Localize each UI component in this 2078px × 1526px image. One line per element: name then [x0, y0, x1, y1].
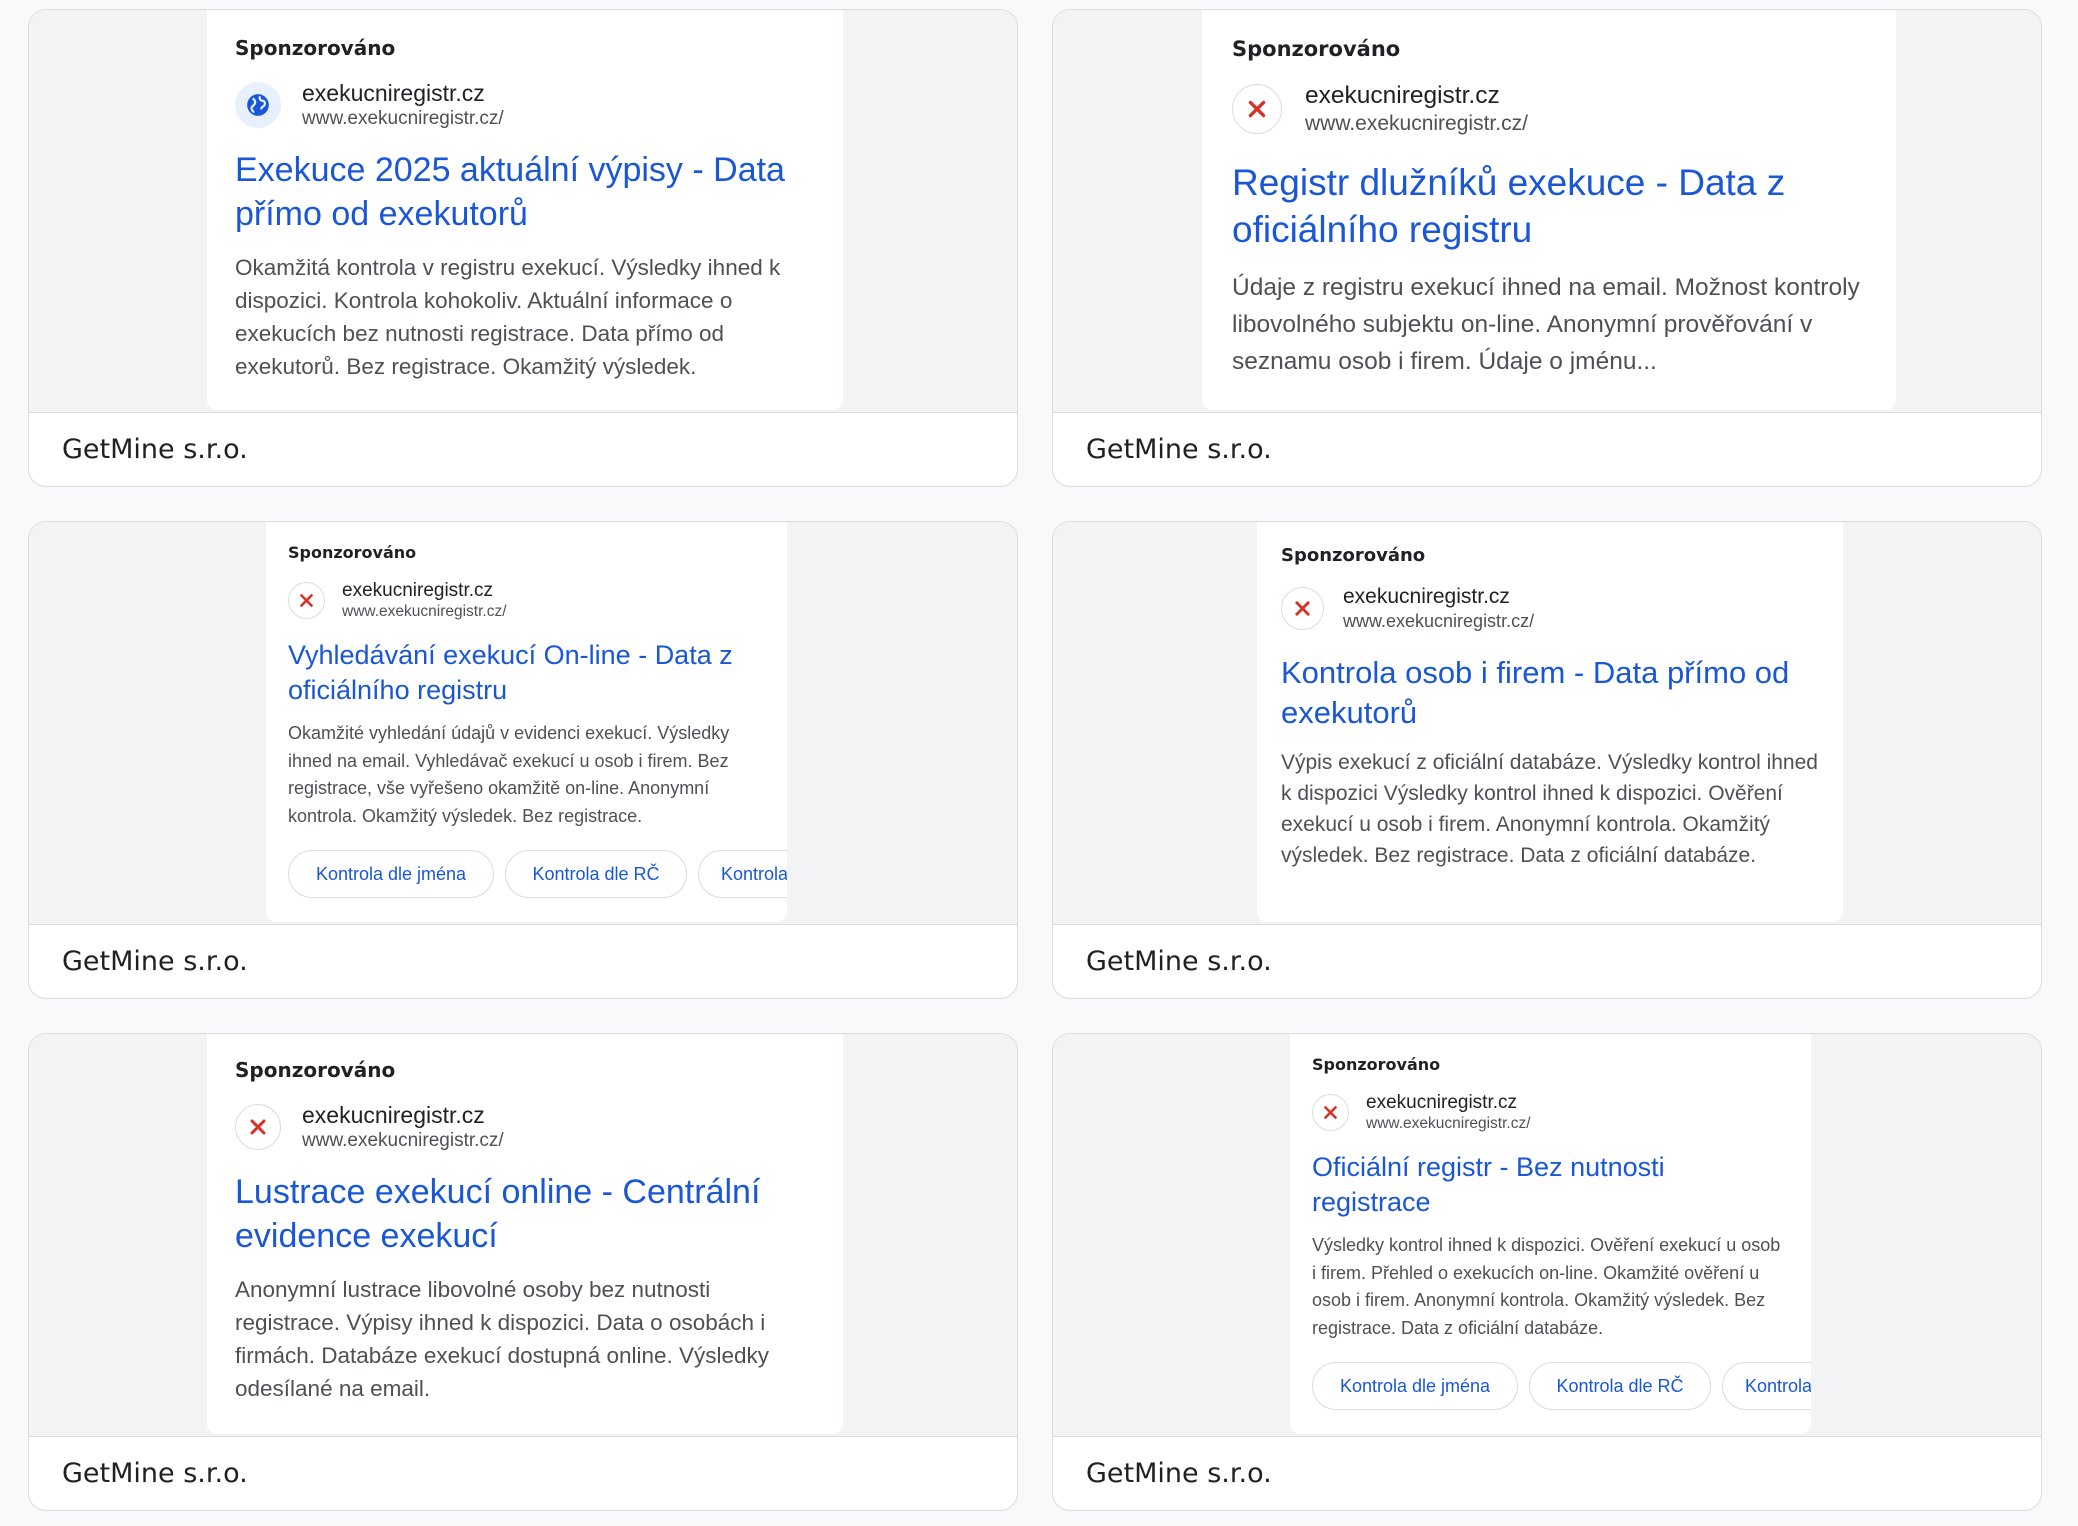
ad-card[interactable]: Sponzorováno exekucniregistr.cz www.exek… — [1052, 9, 2042, 487]
ad-preview: Sponzorováno exekucniregistr.cz www.exek… — [1053, 10, 2041, 413]
sitelink-chip[interactable]: Kontrola dle RČ — [505, 850, 687, 898]
ad-footer: GetMine s.r.o. — [1053, 924, 2041, 998]
ad-creative[interactable]: Sponzorováno exekucniregistr.cz www.exek… — [266, 522, 787, 922]
sponsored-label: Sponzorováno — [235, 36, 396, 60]
sponsored-label: Sponzorováno — [235, 1058, 396, 1082]
site-url: www.exekucniregistr.cz/ — [1366, 1115, 1531, 1132]
advertiser-name: GetMine s.r.o. — [62, 945, 248, 977]
ad-creative[interactable]: Sponzorováno exekucniregistr.cz www.exek… — [207, 1034, 843, 1434]
ad-description: Okamžité vyhledání údajů v evidenci exek… — [288, 723, 730, 826]
sitelink-chip[interactable]: Kontrola dle RČ — [1529, 1362, 1711, 1410]
ad-footer: GetMine s.r.o. — [29, 412, 1017, 486]
ad-description: Okamžitá kontrola v registru exekucí. Vý… — [235, 255, 781, 379]
ad-card[interactable]: Sponzorováno exekucniregistr.cz www.exek… — [1052, 521, 2042, 999]
sitelinks: Kontrola dle jména Kontrola dle RČ Kontr… — [1312, 1362, 1811, 1410]
site-name: exekucniregistr.cz — [1343, 585, 1510, 608]
ad-footer: GetMine s.r.o. — [1053, 1436, 2041, 1510]
ad-source[interactable]: exekucniregistr.cz www.exekucniregistr.c… — [235, 79, 815, 131]
site-name: exekucniregistr.cz — [1305, 82, 1500, 109]
ad-headline[interactable]: Exekuce 2025 aktuální výpisy - Data přím… — [235, 148, 815, 236]
site-name: exekucniregistr.cz — [302, 1102, 485, 1128]
ad-card[interactable]: Sponzorováno exekucniregistr.cz www.exek… — [1052, 1033, 2042, 1511]
broken-image-icon — [1312, 1093, 1349, 1131]
advertiser-name: GetMine s.r.o. — [62, 433, 248, 465]
advertiser-name: GetMine s.r.o. — [1086, 945, 1272, 977]
ad-preview: Sponzorováno exekucniregistr.cz www.exek… — [1053, 522, 2041, 925]
sitelink-chip[interactable]: Kontrola — [1722, 1362, 1811, 1410]
ad-creative[interactable]: Sponzorováno exekucniregistr.cz www.exek… — [1290, 1034, 1811, 1434]
ad-source[interactable]: exekucniregistr.cz www.exekucniregistr.c… — [288, 579, 787, 621]
globe-icon — [235, 82, 281, 128]
sponsored-label: Sponzorováno — [1312, 1055, 1441, 1074]
ad-creative[interactable]: Sponzorováno exekucniregistr.cz www.exek… — [1202, 10, 1896, 410]
ad-source[interactable]: exekucniregistr.cz www.exekucniregistr.c… — [1232, 81, 1866, 137]
ad-headline[interactable]: Lustrace exekucí online - Centrální evid… — [235, 1170, 815, 1258]
site-url: www.exekucniregistr.cz/ — [1343, 611, 1535, 631]
ad-description: Výpis exekucí z oficiální databáze. Výsl… — [1281, 751, 1818, 867]
ad-footer: GetMine s.r.o. — [29, 924, 1017, 998]
ad-preview: Sponzorováno exekucniregistr.cz www.exek… — [29, 1034, 1017, 1437]
ad-preview: Sponzorováno exekucniregistr.cz www.exek… — [1053, 1034, 2041, 1437]
broken-image-icon — [235, 1104, 281, 1150]
ad-preview: Sponzorováno exekucniregistr.cz www.exek… — [29, 10, 1017, 413]
advertiser-name: GetMine s.r.o. — [1086, 433, 1272, 465]
ad-description: Údaje z registru exekucí ihned na email.… — [1232, 274, 1860, 375]
ad-creative[interactable]: Sponzorováno exekucniregistr.cz www.exek… — [207, 10, 843, 410]
ad-card[interactable]: Sponzorováno exekucniregistr.cz www.exek… — [28, 1033, 1018, 1511]
ad-source[interactable]: exekucniregistr.cz www.exekucniregistr.c… — [1312, 1091, 1811, 1133]
site-url: www.exekucniregistr.cz/ — [1305, 112, 1528, 135]
ad-headline[interactable]: Oficiální registr - Bez nutnosti registr… — [1312, 1150, 1811, 1220]
site-name: exekucniregistr.cz — [342, 580, 494, 601]
site-name: exekucniregistr.cz — [302, 80, 485, 106]
broken-image-icon — [1232, 84, 1282, 134]
broken-image-icon — [1281, 587, 1324, 630]
ad-card[interactable]: Sponzorováno exekucniregistr.cz www.exek… — [28, 521, 1018, 999]
site-url: www.exekucniregistr.cz/ — [302, 108, 504, 129]
ad-card[interactable]: Sponzorováno exekucniregistr.cz www.exek… — [28, 9, 1018, 487]
site-url: www.exekucniregistr.cz/ — [342, 603, 507, 620]
site-url: www.exekucniregistr.cz/ — [302, 1130, 504, 1151]
sitelink-chip[interactable]: Kontrola dle jména — [1312, 1362, 1518, 1410]
ad-source[interactable]: exekucniregistr.cz www.exekucniregistr.c… — [235, 1101, 815, 1153]
ad-preview: Sponzorováno exekucniregistr.cz www.exek… — [29, 522, 1017, 925]
ad-description: Výsledky kontrol ihned k dispozici. Ověř… — [1312, 1235, 1781, 1338]
sitelink-chip[interactable]: Kontrola dle jména — [288, 850, 494, 898]
sitelinks: Kontrola dle jména Kontrola dle RČ Kontr… — [288, 850, 787, 898]
ad-headline[interactable]: Registr dlužníků exekuce - Data z oficiá… — [1232, 159, 1866, 253]
ad-description: Anonymní lustrace libovolné osoby bez nu… — [235, 1277, 770, 1401]
sponsored-label: Sponzorováno — [1232, 37, 1401, 61]
advertiser-name: GetMine s.r.o. — [1086, 1457, 1272, 1489]
sponsored-label: Sponzorováno — [288, 543, 417, 562]
advertiser-name: GetMine s.r.o. — [62, 1457, 248, 1489]
site-name: exekucniregistr.cz — [1366, 1092, 1518, 1113]
broken-image-icon — [288, 581, 325, 619]
ad-footer: GetMine s.r.o. — [29, 1436, 1017, 1510]
ad-source[interactable]: exekucniregistr.cz www.exekucniregistr.c… — [1281, 584, 1819, 633]
sitelink-chip[interactable]: Kontrola — [698, 850, 787, 898]
sponsored-label: Sponzorováno — [1281, 545, 1426, 566]
ad-headline[interactable]: Kontrola osob i firem - Data přímo od ex… — [1281, 653, 1819, 733]
ad-creative[interactable]: Sponzorováno exekucniregistr.cz www.exek… — [1257, 522, 1843, 922]
ad-headline[interactable]: Vyhledávání exekucí On-line - Data z ofi… — [288, 638, 787, 708]
ad-footer: GetMine s.r.o. — [1053, 412, 2041, 486]
